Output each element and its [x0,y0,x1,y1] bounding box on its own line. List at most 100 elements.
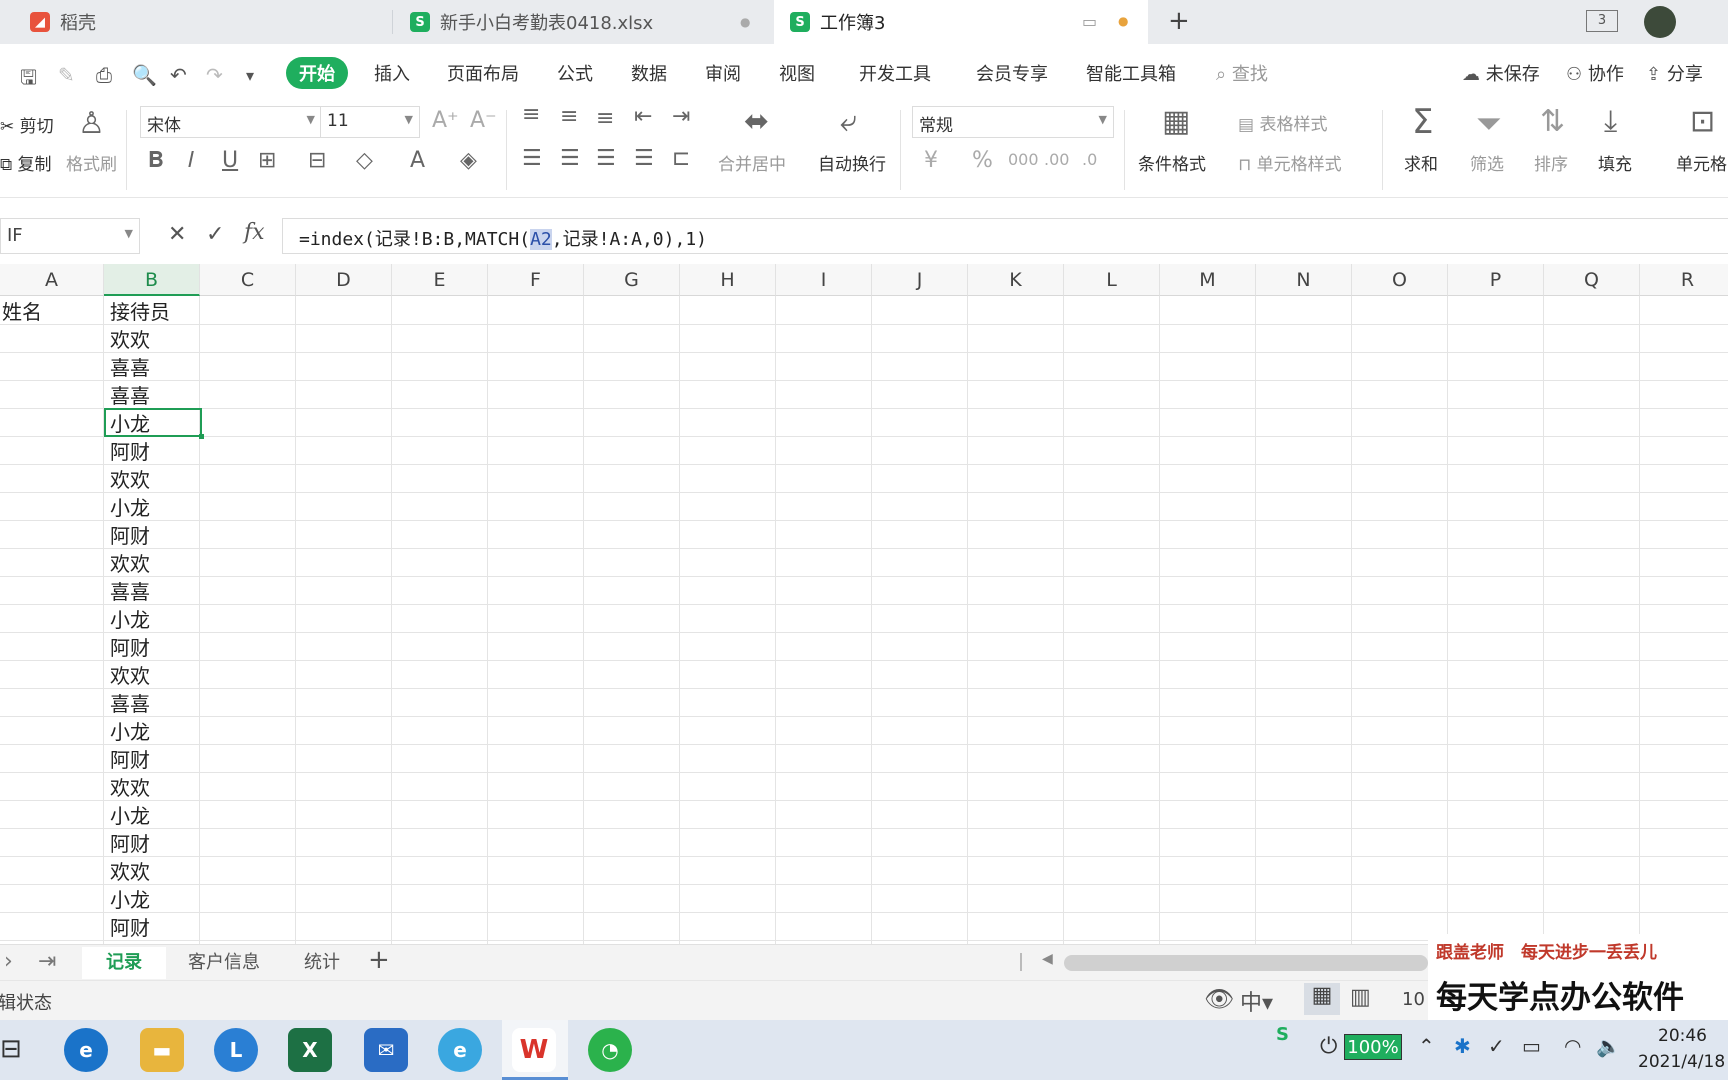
tab-attendance-file[interactable]: S 新手小白考勤表0418.xlsx ● [394,0,772,44]
column-header-E[interactable]: E [392,264,488,296]
tab-docer[interactable]: ◢ 稻壳 [0,0,390,44]
sort-button[interactable]: 排序 [1534,150,1568,175]
share-button[interactable]: ⇪ 分享 [1646,60,1703,86]
column-header-H[interactable]: H [680,264,776,296]
fx-icon[interactable]: fx [244,220,265,245]
menu-view[interactable]: 视图 [779,60,815,86]
align-right-icon[interactable]: ☰ [596,146,616,171]
search-box[interactable]: ⌕ 查找 [1216,60,1268,86]
cell-B6[interactable]: 阿财 [110,438,150,466]
new-tab-icon[interactable]: + [1168,6,1190,36]
menu-developer[interactable]: 开发工具 [859,60,931,86]
fill-color-icon[interactable]: ◇ [356,148,373,173]
wifi-icon[interactable]: ◠ [1564,1034,1581,1058]
cell-style-button[interactable]: ⊓ 单元格样式 [1238,150,1342,175]
underline-icon[interactable]: U [222,148,238,173]
column-header-K[interactable]: K [968,264,1064,296]
cell-A1[interactable]: 姓名 [2,298,42,326]
conditional-format-button[interactable]: 条件格式 [1138,150,1206,175]
l-app-icon[interactable]: L [214,1028,258,1072]
column-header-B[interactable]: B [104,264,200,296]
menu-smart-toolbox[interactable]: 智能工具箱 [1086,60,1176,86]
column-header-D[interactable]: D [296,264,392,296]
menu-insert[interactable]: 插入 [374,60,410,86]
mail-icon[interactable]: ✉ [364,1028,408,1072]
column-header-N[interactable]: N [1256,264,1352,296]
close-dot-icon[interactable]: ● [740,15,750,29]
currency-icon[interactable]: ¥ [924,148,938,173]
last-sheet-icon[interactable]: ⇥ [38,949,56,974]
font-size-select[interactable]: 11 ▼ [320,106,420,138]
battery-icon[interactable]: ▭ [1522,1034,1541,1058]
wechat-icon[interactable]: ◔ [588,1028,632,1072]
cell-B16[interactable]: 小龙 [110,718,150,746]
print-icon[interactable]: ⎙ [96,63,112,87]
font-family-select[interactable]: 宋体 ▼ [140,106,322,138]
cell-B12[interactable]: 小龙 [110,606,150,634]
cell-B22[interactable]: 小龙 [110,886,150,914]
justify-icon[interactable]: ☰ [634,146,654,171]
collab-button[interactable]: ⚇ 协作 [1566,60,1624,86]
column-header-A[interactable]: A [0,264,104,296]
battery-indicator[interactable]: 100% [1344,1034,1402,1060]
tab-workbook3[interactable]: S 工作簿3 ▭ ● [774,0,1148,44]
font-color-icon[interactable]: A [410,148,425,173]
border-icon[interactable]: ⊞ [258,148,276,173]
wps-tray-icon[interactable]: S [1276,1024,1289,1045]
active-cell-cursor[interactable] [104,408,204,439]
spreadsheet-grid[interactable]: ABCDEFGHIJKLMNOPQR 姓名 接待员 欢欢 喜喜 喜喜 小龙 阿财 欢欢 小龙… [0,264,1728,944]
outdent-icon[interactable]: ⇤ [634,104,652,129]
eye-protection-icon[interactable]: 👁 [1204,985,1234,1013]
merge-center-button[interactable]: 合并居中 [718,150,786,175]
menu-formulas[interactable]: 公式 [557,60,593,86]
cell-B18[interactable]: 欢欢 [110,774,150,802]
cell-B1[interactable]: 接待员 [110,298,170,326]
column-header-R[interactable]: R [1640,264,1728,296]
name-box[interactable]: IF ▼ [0,218,140,254]
cell-B14[interactable]: 欢欢 [110,662,150,690]
print-preview-icon[interactable]: 🔍 [132,63,157,87]
horizontal-scrollbar[interactable] [1064,955,1428,971]
chevron-up-icon[interactable]: ⌃ [1418,1034,1435,1058]
autosum-button[interactable]: 求和 [1404,150,1438,175]
decrease-font-icon[interactable]: A⁻ [470,108,497,133]
security-icon[interactable]: ✓ [1488,1034,1505,1058]
column-header-P[interactable]: P [1448,264,1544,296]
monitor-icon[interactable]: ▭ [1082,12,1097,31]
indent-icon[interactable]: ⇥ [672,104,690,129]
window-count-icon[interactable]: 3 [1586,10,1618,32]
column-header-O[interactable]: O [1352,264,1448,296]
percent-icon[interactable]: % [972,148,993,173]
input-method-icon[interactable]: 中▾ [1240,985,1273,1017]
chevron-right-icon[interactable]: › [4,949,13,974]
wps-taskbar-button[interactable]: W [502,1020,568,1080]
excel-icon[interactable]: X [288,1028,332,1072]
cell-B17[interactable]: 阿财 [110,746,150,774]
cell-B4[interactable]: 喜喜 [110,382,150,410]
clock-date[interactable]: 2021/4/18 [1638,1052,1725,1072]
thousands-icon[interactable]: 000 [1008,150,1039,169]
table-style-button[interactable]: ▤ 表格样式 [1238,110,1327,135]
increase-font-icon[interactable]: A⁺ [432,108,459,133]
menu-review[interactable]: 审阅 [705,60,741,86]
align-left-icon[interactable]: ☰ [522,146,542,171]
menu-page-layout[interactable]: 页面布局 [447,60,519,86]
column-header-G[interactable]: G [584,264,680,296]
unsaved-button[interactable]: ☁ 未保存 [1462,60,1540,86]
clock-time[interactable]: 20:46 [1658,1026,1707,1046]
cell-B13[interactable]: 阿财 [110,634,150,662]
menu-start[interactable]: 开始 [286,57,348,89]
column-header-F[interactable]: F [488,264,584,296]
decrease-decimal-icon[interactable]: .0 [1082,150,1097,169]
cell-B15[interactable]: 喜喜 [110,690,150,718]
column-header-L[interactable]: L [1064,264,1160,296]
italic-icon[interactable]: 𝐼 [188,148,194,173]
distribute-icon[interactable]: ⊏ [672,146,690,171]
undo-icon[interactable]: ↶ [170,63,187,87]
align-top-icon[interactable]: ≡ [522,102,540,127]
cell-B7[interactable]: 欢欢 [110,466,150,494]
align-bottom-icon[interactable]: ≡ [596,106,614,131]
normal-view-icon[interactable]: ▦ [1304,983,1340,1015]
cut-button[interactable]: ✂ 剪切 [0,112,54,137]
cell-B23[interactable]: 阿财 [110,914,150,942]
